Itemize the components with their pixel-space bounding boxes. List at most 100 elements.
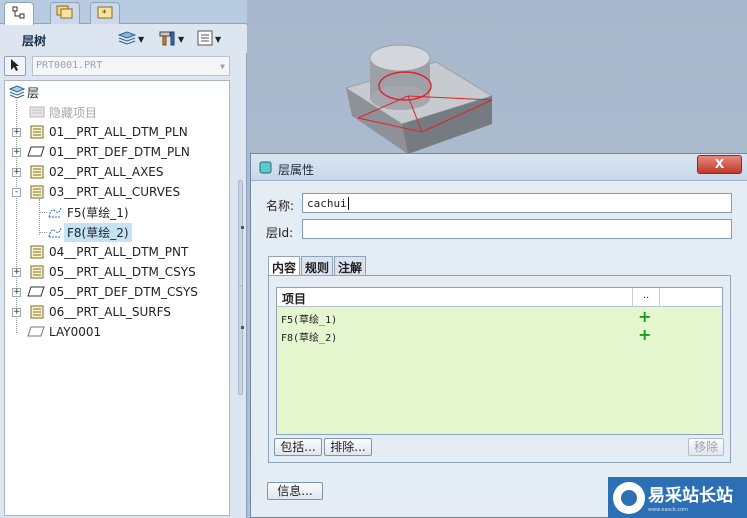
tree-item-layer[interactable]: + 01__PRT_ALL_DTM_PLN	[5, 122, 229, 142]
svg-text:*: *	[102, 9, 107, 19]
chevron-down-icon: ▼	[220, 62, 225, 71]
dialog-title: 层属性	[278, 163, 315, 177]
site-watermark: 易采站长站 www.easck.com	[608, 477, 747, 518]
splitter-grip[interactable]	[238, 180, 243, 290]
column-header-item[interactable]: 项目	[282, 290, 306, 307]
dialog-layer-icon	[259, 161, 272, 177]
expand-icon[interactable]: +	[12, 268, 21, 277]
tree-item-label: 01__PRT_DEF_DTM_PLN	[49, 145, 190, 159]
list-item-name: F5(草绘_1)	[281, 315, 338, 326]
watermark-text: 易采站长站	[648, 486, 733, 506]
tree-item-layer[interactable]: 04__PRT_ALL_DTM_PNT	[5, 242, 229, 262]
tree-item-feature-selected[interactable]: F8(草绘_2)	[5, 222, 229, 242]
show-menu-button[interactable]: ▼	[197, 30, 221, 48]
tree-item-label: 03__PRT_ALL_CURVES	[49, 185, 181, 199]
contents-tab-pane: 项目 .. F5(草绘_1) + F8(草绘_2) + 包括... 排除... …	[268, 275, 731, 463]
name-label: 名称:	[266, 199, 295, 213]
tree-item-label: 02__PRT_ALL_AXES	[49, 165, 164, 179]
include-button[interactable]: 包括...	[274, 438, 322, 456]
layer-id-field[interactable]	[302, 219, 732, 239]
dialog-tabs: 内容 规则 注解	[268, 256, 367, 277]
active-model-select[interactable]: PRT0001.PRT ▼	[32, 56, 230, 76]
tree-item-layer[interactable]: + 06__PRT_ALL_SURFS	[5, 302, 229, 322]
items-list[interactable]: 项目 .. F5(草绘_1) + F8(草绘_2) +	[276, 287, 723, 435]
tools-menu-button[interactable]: ▼	[158, 30, 184, 48]
panel-header: 层树 ▼ ▼ ▼	[0, 25, 247, 53]
layer-icon	[29, 265, 45, 279]
active-model-value: PRT0001.PRT	[36, 60, 103, 71]
remove-button[interactable]: 移除	[688, 438, 724, 456]
layer-menu-button[interactable]: ▼	[117, 30, 144, 48]
tree-item-layer[interactable]: + 05__PRT_DEF_DTM_CSYS	[5, 282, 229, 302]
list-header: 项目 ..	[277, 288, 722, 307]
tree-root[interactable]: 层	[5, 82, 229, 102]
tree-item-label: 01__PRT_ALL_DTM_PLN	[49, 125, 188, 139]
column-header-status[interactable]: ..	[632, 288, 660, 306]
hidden-items-icon	[29, 105, 45, 119]
layers-icon	[117, 30, 137, 48]
layer-icon	[29, 305, 45, 319]
exclude-button[interactable]: 排除...	[324, 438, 372, 456]
tree-item-label: F5(草绘_1)	[67, 205, 129, 220]
site-logo-icon	[613, 482, 645, 514]
tree-item-label: 04__PRT_ALL_DTM_PNT	[49, 245, 189, 259]
name-field[interactable]: cachui	[302, 193, 732, 213]
panel-title: 层树	[22, 34, 47, 48]
model-tree-panel: * 层树 ▼ ▼ ▼ PRT0001.PRT ▼ 层 隐藏项目 + 01__PR…	[0, 0, 247, 518]
select-model-button[interactable]	[4, 56, 26, 76]
splitter-dot	[241, 226, 244, 229]
splitter-grip[interactable]	[238, 285, 243, 395]
sketch-icon	[47, 225, 63, 239]
expand-icon[interactable]: +	[12, 128, 21, 137]
tree-item-layer[interactable]: - 03__PRT_ALL_CURVES	[5, 182, 229, 202]
datum-plane-icon	[27, 286, 45, 300]
plus-icon: +	[638, 325, 652, 344]
layer-id-label: 层Id:	[266, 226, 294, 240]
chevron-down-icon: ▼	[178, 34, 185, 44]
layer-icon	[29, 245, 45, 259]
info-button[interactable]: 信息...	[267, 482, 323, 500]
chevron-down-icon: ▼	[215, 34, 222, 44]
close-button[interactable]: X	[697, 155, 742, 174]
tree-item-feature[interactable]: F5(草绘_1)	[5, 202, 229, 222]
list-item-name: F8(草绘_2)	[281, 333, 338, 344]
tab-model-tree[interactable]	[4, 2, 34, 25]
tree-item-label: 06__PRT_ALL_SURFS	[49, 305, 171, 319]
close-icon: X	[714, 157, 725, 171]
tab-contents[interactable]: 内容	[268, 256, 301, 277]
layers-icon	[8, 85, 26, 99]
collapse-icon[interactable]: -	[12, 188, 21, 197]
expand-icon[interactable]: +	[12, 168, 21, 177]
dialog-titlebar[interactable]: 层属性 X	[251, 154, 747, 181]
tab-notes[interactable]: 注解	[334, 256, 367, 275]
list-item[interactable]: F8(草绘_2) +	[279, 325, 719, 345]
tab-folder-browser[interactable]	[50, 2, 80, 24]
tree-item-label: 05__PRT_ALL_DTM_CSYS	[49, 265, 196, 279]
tab-rules[interactable]: 规则	[301, 256, 334, 275]
tree-root-label: 层	[27, 85, 40, 100]
layer-icon	[29, 185, 45, 199]
tree-item-layer[interactable]: + 02__PRT_ALL_AXES	[5, 162, 229, 182]
tree-item-label: LAY0001	[49, 325, 102, 339]
name-value: cachui	[307, 197, 347, 210]
sketch-icon	[47, 205, 63, 219]
layer-icon	[29, 165, 45, 179]
list-item[interactable]: F5(草绘_1) +	[279, 309, 719, 327]
tree-item-layer[interactable]: + 05__PRT_ALL_DTM_CSYS	[5, 262, 229, 282]
expand-icon[interactable]: +	[12, 288, 21, 297]
tab-favorites[interactable]: *	[90, 2, 120, 24]
layer-properties-dialog: 层属性 X 名称: cachui 层Id: 内容 规则 注解 项目 .. F5(…	[250, 153, 747, 518]
layer-icon	[29, 125, 45, 139]
datum-plane-icon	[27, 146, 45, 160]
tree-item-layer[interactable]: + 01__PRT_DEF_DTM_PLN	[5, 142, 229, 162]
expand-icon[interactable]: +	[12, 308, 21, 317]
tree-item-layer[interactable]: LAY0001	[5, 322, 229, 342]
tree-item-hidden[interactable]: 隐藏项目	[5, 102, 229, 122]
favorites-folder-icon: *	[96, 5, 114, 22]
watermark-subtext: www.easck.com	[648, 507, 689, 513]
panel-splitter[interactable]	[232, 80, 246, 516]
panel-tabstrip: *	[0, 0, 247, 25]
folders-icon	[56, 5, 74, 22]
expand-icon[interactable]: +	[12, 148, 21, 157]
cursor-arrow-icon	[10, 58, 20, 75]
